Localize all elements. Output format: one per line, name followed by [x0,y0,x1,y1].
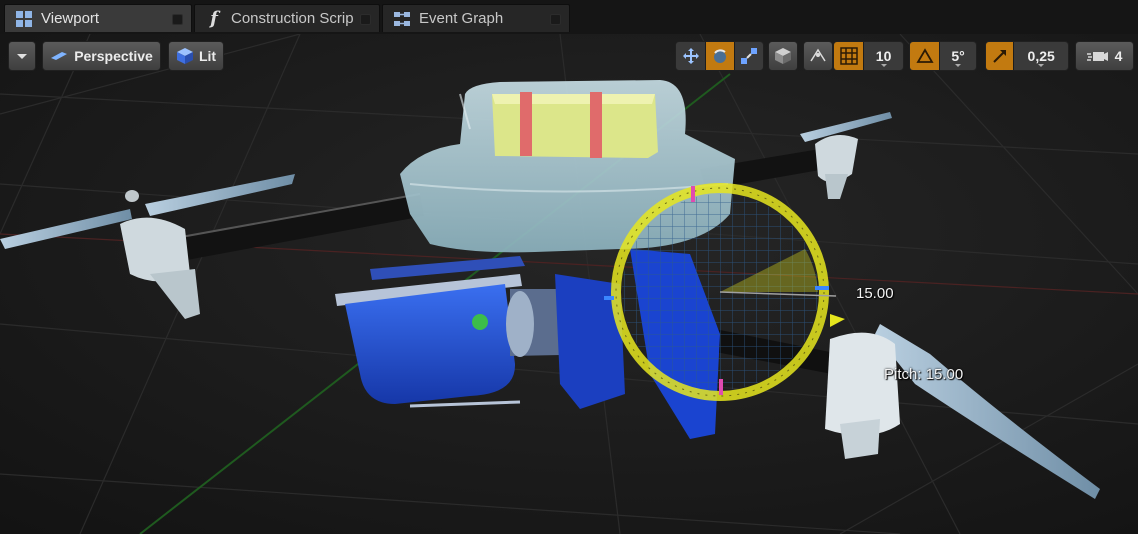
cube-icon [774,47,792,65]
scale-snap-toggle[interactable] [986,42,1014,70]
grid-snap-toggle[interactable] [834,42,864,70]
tab-label: Construction Scrip [231,10,354,27]
tab-label: Event Graph [419,10,504,27]
tab-construction-script[interactable]: f Construction Scrip [194,4,380,32]
rotation-snap-group: 5° [909,41,977,71]
scale-snap-value-dropdown[interactable]: 0,25 [1013,42,1068,70]
tab-viewport[interactable]: Viewport [4,4,192,32]
scale-arrow-icon [991,47,1009,65]
scale-snap-value: 0,25 [1027,48,1055,64]
grid-icon [839,47,858,65]
dropdown-caret-icon [1038,64,1045,67]
view-mode-button[interactable]: Perspective [42,41,161,71]
viewport-icon [15,10,33,28]
gizmo-angle-readout: 15.00 [856,285,894,302]
chevron-down-icon [16,48,28,64]
grid-snap-value: 10 [875,48,892,64]
camera-speed-icon [1086,48,1109,64]
close-tab-icon[interactable] [550,14,561,25]
viewport-options-button[interactable] [8,41,36,71]
lit-cube-icon [176,47,194,65]
surface-snapping-button[interactable] [803,41,833,71]
grid-snap-group: 10 [833,41,904,71]
close-tab-icon[interactable] [360,14,371,25]
rotation-snap-value-dropdown[interactable]: 5° [939,42,976,70]
translate-tool-button[interactable] [676,42,705,70]
scale-icon [740,47,758,65]
scale-tool-button[interactable] [733,42,763,70]
camera-speed-button[interactable]: 4 [1075,41,1134,71]
camera-speed-value: 4 [1114,48,1123,64]
function-icon: f [210,8,218,29]
graph-icon [393,10,411,28]
view-mode-label: Perspective [74,48,153,64]
battery [492,92,658,158]
scale-snap-group: 0,25 [985,41,1069,71]
viewport[interactable]: Perspective Lit 10 5° 0,25 4 15.00 Pitch… [0,34,1138,534]
rotate-icon [711,47,729,65]
dropdown-caret-icon [880,64,887,67]
tab-label: Viewport [41,10,100,27]
angle-icon [915,47,934,65]
scene-render[interactable] [0,34,1138,534]
tab-bar: Viewport f Construction Scrip Event Grap… [0,0,1138,34]
lit-label: Lit [198,48,217,64]
dropdown-caret-icon [955,64,962,67]
rotation-snap-toggle[interactable] [910,42,940,70]
view-lighting-button[interactable]: Lit [168,41,224,71]
rotation-snap-value: 5° [951,48,965,64]
close-tab-icon[interactable] [172,14,183,25]
pitch-readout: Pitch: 15.00 [884,366,964,383]
surface-snap-icon [809,47,827,65]
translate-icon [682,47,700,65]
grid-snap-value-dropdown[interactable]: 10 [863,42,903,70]
transform-tools-group [675,41,764,71]
camera-perspective-icon [50,50,68,62]
tab-event-graph[interactable]: Event Graph [382,4,570,32]
rotate-tool-button[interactable] [705,42,734,70]
world-local-toggle-button[interactable] [768,41,798,71]
